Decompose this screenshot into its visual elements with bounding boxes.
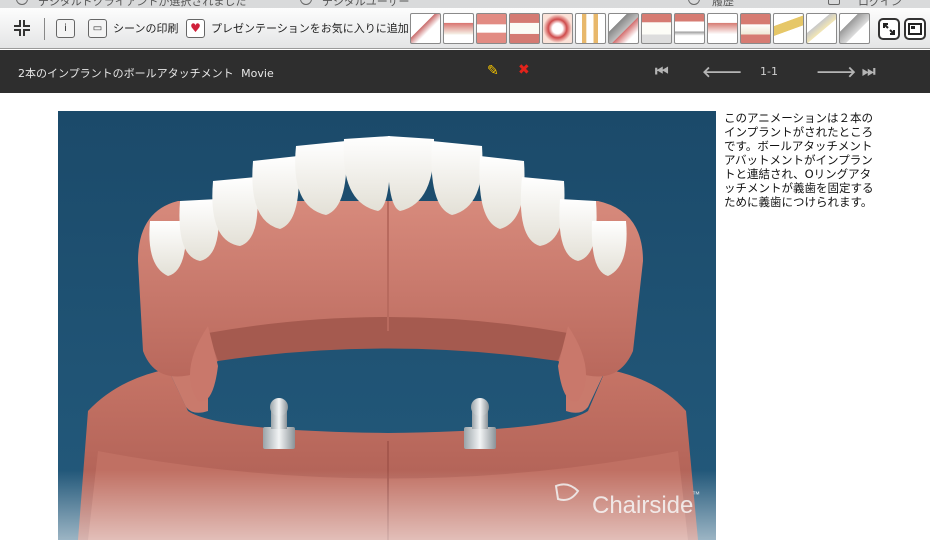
person-icon bbox=[16, 0, 28, 5]
first-page-icon[interactable]: ⏮ bbox=[655, 62, 669, 80]
scene-thumbnails bbox=[410, 13, 870, 44]
delete-x-icon[interactable]: ✖ bbox=[518, 62, 530, 78]
heart-icon: ♥ bbox=[186, 18, 205, 38]
edit-pencil-icon[interactable]: ✎ bbox=[487, 63, 499, 79]
dental-scene-2-icon[interactable] bbox=[443, 13, 474, 44]
client-status-text: デジタルドクライアントが選択されました bbox=[38, 0, 247, 8]
scene-title-bar: 2本のインプラントのボールアタッチメント Movie ✎ ✖ ⏮ 🡐 1-1 🡒… bbox=[0, 50, 930, 93]
status-bar: デジタルドクライアントが選択されました デジタルユーザー 履歴 ログイン bbox=[0, 0, 930, 8]
dental-scene-14-icon[interactable] bbox=[839, 13, 870, 44]
video-player[interactable]: Chairside ™ bbox=[58, 111, 716, 540]
print-scene-label: シーンの印刷 bbox=[113, 22, 179, 35]
dental-scene-12-icon[interactable] bbox=[773, 13, 804, 44]
add-favorite-button[interactable]: ♥ プレゼンテーションをお気に入りに追加 bbox=[186, 17, 409, 39]
info-icon: i bbox=[56, 18, 75, 38]
last-page-icon[interactable]: ⏭ bbox=[862, 62, 876, 80]
page-indicator: 1-1 bbox=[760, 65, 778, 78]
dental-scene-1-icon[interactable] bbox=[410, 13, 441, 44]
fullscreen-button[interactable] bbox=[878, 18, 900, 40]
dental-scene-5-icon[interactable] bbox=[542, 13, 573, 44]
expand-icon bbox=[883, 23, 895, 35]
next-page-icon[interactable]: 🡒 bbox=[816, 62, 856, 81]
login-link[interactable]: ログイン bbox=[858, 0, 902, 8]
clock-icon bbox=[688, 0, 700, 5]
dental-scene-13-icon[interactable] bbox=[806, 13, 837, 44]
implant-animation-frame: Chairside ™ bbox=[58, 111, 716, 540]
collapse-button[interactable] bbox=[12, 17, 32, 39]
dental-scene-4-icon[interactable] bbox=[509, 13, 540, 44]
scene-type-label: Movie bbox=[241, 67, 274, 80]
dental-scene-11-icon[interactable] bbox=[740, 13, 771, 44]
scene-title-text: 2本のインプラントのボールアタッチメント bbox=[18, 67, 234, 80]
scene-title: 2本のインプラントのボールアタッチメント Movie bbox=[18, 65, 274, 81]
dental-scene-10-icon[interactable] bbox=[707, 13, 738, 44]
login-icon bbox=[828, 0, 840, 5]
prev-page-icon[interactable]: 🡐 bbox=[702, 62, 742, 81]
scene-description: このアニメーションは２本のインプラントがされたところです。ボールアタッチメントア… bbox=[724, 111, 874, 209]
dental-scene-3-icon[interactable] bbox=[476, 13, 507, 44]
dental-scene-9-icon[interactable] bbox=[674, 13, 705, 44]
user-icon bbox=[300, 0, 312, 5]
user-name[interactable]: デジタルユーザー bbox=[322, 0, 410, 8]
dental-scene-7-icon[interactable] bbox=[608, 13, 639, 44]
printer-icon: ▭ bbox=[88, 18, 107, 38]
print-scene-button[interactable]: ▭ シーンの印刷 bbox=[88, 17, 178, 39]
window-mode-button[interactable] bbox=[904, 18, 926, 40]
history-link[interactable]: 履歴 bbox=[712, 0, 734, 8]
info-button[interactable]: i bbox=[56, 17, 75, 39]
chairside-text: Chairside bbox=[592, 492, 693, 519]
window-icon bbox=[908, 23, 922, 35]
collapse-icon bbox=[14, 20, 30, 36]
toolbar-divider bbox=[44, 18, 45, 40]
trademark-symbol: ™ bbox=[692, 490, 700, 499]
add-favorite-label: プレゼンテーションをお気に入りに追加 bbox=[211, 22, 409, 35]
toolbar: i ▭ シーンの印刷 ♥ プレゼンテーションをお気に入りに追加 bbox=[0, 8, 930, 49]
dental-scene-8-icon[interactable] bbox=[641, 13, 672, 44]
dental-scene-6-icon[interactable] bbox=[575, 13, 606, 44]
